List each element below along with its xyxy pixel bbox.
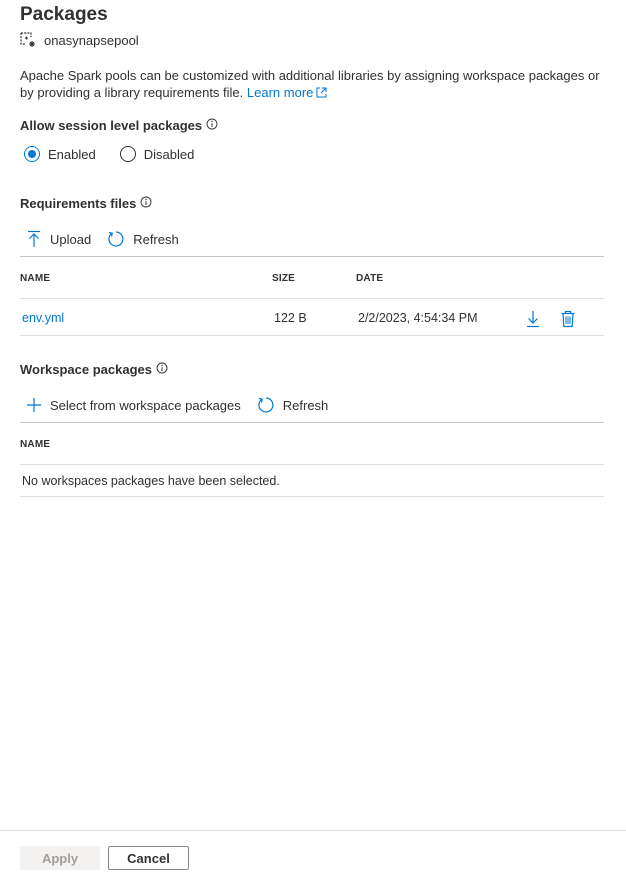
- workspace-packages-label-text: Workspace packages: [20, 362, 152, 377]
- description: Apache Spark pools can be customized wit…: [20, 67, 610, 102]
- learn-more-link[interactable]: Learn more: [247, 85, 327, 100]
- apply-button[interactable]: Apply: [20, 846, 100, 870]
- upload-label: Upload: [50, 231, 92, 247]
- file-size: 122 B: [274, 311, 307, 325]
- spark-pool-icon: [20, 32, 36, 48]
- file-date: 2/2/2023, 4:54:34 PM: [358, 311, 478, 325]
- radio-enabled[interactable]: Enabled: [24, 146, 96, 162]
- requirements-files-label: Requirements files: [20, 196, 152, 211]
- workspace-packages-label: Workspace packages: [20, 362, 168, 377]
- info-icon[interactable]: [156, 362, 168, 377]
- session-packages-label-text: Allow session level packages: [20, 118, 203, 133]
- resource-label: onasynapsepool: [20, 32, 139, 48]
- empty-state-message: No workspaces packages have been selecte…: [22, 474, 280, 488]
- requirements-files-label-text: Requirements files: [20, 196, 137, 211]
- footer-divider: [0, 830, 626, 831]
- divider: [20, 298, 604, 299]
- divider: [20, 256, 604, 257]
- session-packages-label: Allow session level packages: [20, 118, 218, 133]
- cancel-button[interactable]: Cancel: [108, 846, 189, 870]
- session-packages-radio-group: Enabled Disabled: [24, 146, 218, 162]
- refresh-icon: [257, 396, 275, 414]
- external-link-icon: [316, 85, 327, 102]
- refresh-button[interactable]: Refresh: [107, 230, 179, 248]
- refresh-label: Refresh: [133, 231, 179, 247]
- divider: [20, 422, 604, 423]
- resource-name: onasynapsepool: [44, 32, 139, 48]
- divider: [20, 335, 604, 336]
- divider: [20, 464, 604, 465]
- page-title: Packages: [20, 4, 108, 25]
- radio-disabled-indicator[interactable]: [119, 146, 136, 162]
- upload-icon: [26, 230, 42, 248]
- refresh-icon: [107, 230, 125, 248]
- workspace-toolbar: Select from workspace packages Refresh: [26, 396, 328, 414]
- info-icon[interactable]: [140, 196, 152, 211]
- radio-enabled-label: Enabled: [48, 146, 96, 162]
- select-workspace-packages-label: Select from workspace packages: [50, 397, 241, 413]
- column-header-date[interactable]: DATE: [356, 273, 383, 284]
- column-header-name[interactable]: NAME: [20, 273, 50, 284]
- info-icon[interactable]: [206, 118, 218, 133]
- divider: [20, 496, 604, 497]
- trash-icon[interactable]: [560, 310, 576, 331]
- radio-disabled-label: Disabled: [143, 146, 195, 162]
- refresh-button[interactable]: Refresh: [257, 396, 329, 414]
- plus-icon: [26, 397, 42, 413]
- select-workspace-packages-button[interactable]: Select from workspace packages: [26, 397, 241, 413]
- radio-disabled[interactable]: Disabled: [119, 146, 195, 162]
- requirements-toolbar: Upload Refresh: [26, 230, 179, 248]
- radio-enabled-indicator[interactable]: [24, 146, 40, 162]
- download-icon[interactable]: [526, 310, 540, 331]
- column-header-name[interactable]: NAME: [20, 439, 50, 450]
- upload-button[interactable]: Upload: [26, 230, 91, 248]
- file-name-link[interactable]: env.yml: [22, 311, 64, 325]
- refresh-label: Refresh: [282, 397, 329, 413]
- column-header-size[interactable]: SIZE: [272, 273, 295, 284]
